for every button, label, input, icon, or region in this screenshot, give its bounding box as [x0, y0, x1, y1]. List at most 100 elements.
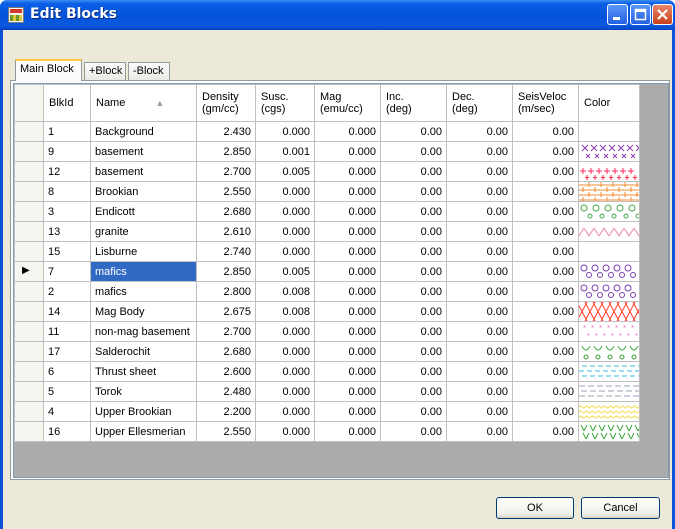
column-header-susc[interactable]: Susc. (cgs): [255, 84, 315, 122]
table-row[interactable]: ▶ 7 mafics 2.850 0.005 0.000 0.00 0.00 0.00: [14, 261, 640, 282]
seisveloc-cell[interactable]: 0.00: [512, 301, 579, 322]
dec-cell[interactable]: 0.00: [446, 381, 513, 402]
tab-add-block[interactable]: +Block: [84, 62, 126, 80]
row-header[interactable]: [14, 381, 44, 402]
seisveloc-cell[interactable]: 0.00: [512, 421, 579, 442]
mag-cell[interactable]: 0.000: [314, 261, 381, 282]
color-swatch-cell[interactable]: [578, 141, 640, 162]
ok-button[interactable]: OK: [496, 497, 574, 519]
mag-cell[interactable]: 0.000: [314, 201, 381, 222]
row-header[interactable]: [14, 321, 44, 342]
susc-cell[interactable]: 0.000: [255, 241, 315, 262]
color-swatch-cell[interactable]: [578, 181, 640, 202]
inc-cell[interactable]: 0.00: [380, 121, 447, 142]
name-cell[interactable]: basement: [90, 161, 197, 182]
table-row[interactable]: 17 Salderochit 2.680 0.000 0.000 0.00 0.00 0.00: [14, 341, 640, 362]
color-swatch-cell[interactable]: [578, 161, 640, 182]
dec-cell[interactable]: 0.00: [446, 261, 513, 282]
susc-cell[interactable]: 0.000: [255, 201, 315, 222]
blkid-cell[interactable]: 6: [43, 361, 91, 382]
seisveloc-cell[interactable]: 0.00: [512, 181, 579, 202]
column-header-color[interactable]: Color: [578, 84, 640, 122]
close-button[interactable]: [652, 4, 673, 25]
dec-cell[interactable]: 0.00: [446, 141, 513, 162]
susc-cell[interactable]: 0.000: [255, 121, 315, 142]
table-row[interactable]: 14 Mag Body 2.675 0.008 0.000 0.00 0.00 0.00: [14, 301, 640, 322]
inc-cell[interactable]: 0.00: [380, 161, 447, 182]
dec-cell[interactable]: 0.00: [446, 221, 513, 242]
row-header[interactable]: [14, 161, 44, 182]
blkid-cell[interactable]: 4: [43, 401, 91, 422]
color-swatch-cell[interactable]: [578, 121, 640, 142]
mag-cell[interactable]: 0.000: [314, 221, 381, 242]
name-cell[interactable]: Background: [90, 121, 197, 142]
inc-cell[interactable]: 0.00: [380, 301, 447, 322]
table-row[interactable]: 4 Upper Brookian 2.200 0.000 0.000 0.00 0.00 0.…: [14, 401, 640, 422]
density-cell[interactable]: 2.550: [196, 181, 256, 202]
susc-cell[interactable]: 0.000: [255, 181, 315, 202]
seisveloc-cell[interactable]: 0.00: [512, 201, 579, 222]
name-cell[interactable]: Salderochit: [90, 341, 197, 362]
seisveloc-cell[interactable]: 0.00: [512, 241, 579, 262]
inc-cell[interactable]: 0.00: [380, 281, 447, 302]
dec-cell[interactable]: 0.00: [446, 421, 513, 442]
seisveloc-cell[interactable]: 0.00: [512, 261, 579, 282]
dec-cell[interactable]: 0.00: [446, 201, 513, 222]
row-header[interactable]: [14, 141, 44, 162]
blkid-cell[interactable]: 17: [43, 341, 91, 362]
color-swatch-cell[interactable]: [578, 201, 640, 222]
name-cell[interactable]: mafics: [90, 261, 197, 282]
name-cell[interactable]: Brookian: [90, 181, 197, 202]
seisveloc-cell[interactable]: 0.00: [512, 221, 579, 242]
dec-cell[interactable]: 0.00: [446, 341, 513, 362]
column-header-mag[interactable]: Mag (emu/cc): [314, 84, 381, 122]
tab-remove-block[interactable]: -Block: [128, 62, 170, 80]
color-swatch-cell[interactable]: [578, 221, 640, 242]
column-header-seisveloc[interactable]: SeisVeloc (m/sec): [512, 84, 579, 122]
mag-cell[interactable]: 0.000: [314, 141, 381, 162]
inc-cell[interactable]: 0.00: [380, 241, 447, 262]
row-header[interactable]: [14, 281, 44, 302]
table-row[interactable]: 11 non-mag basement 2.700 0.000 0.000 0.00 0.0…: [14, 321, 640, 342]
mag-cell[interactable]: 0.000: [314, 381, 381, 402]
mag-cell[interactable]: 0.000: [314, 361, 381, 382]
blkid-cell[interactable]: 13: [43, 221, 91, 242]
dec-cell[interactable]: 0.00: [446, 181, 513, 202]
color-swatch-cell[interactable]: [578, 301, 640, 322]
color-swatch-cell[interactable]: [578, 381, 640, 402]
susc-cell[interactable]: 0.000: [255, 341, 315, 362]
inc-cell[interactable]: 0.00: [380, 221, 447, 242]
table-row[interactable]: 15 Lisburne 2.740 0.000 0.000 0.00 0.00 0.00: [14, 241, 640, 262]
density-cell[interactable]: 2.675: [196, 301, 256, 322]
seisveloc-cell[interactable]: 0.00: [512, 281, 579, 302]
susc-cell[interactable]: 0.000: [255, 401, 315, 422]
table-row[interactable]: 5 Torok 2.480 0.000 0.000 0.00 0.00 0.00: [14, 381, 640, 402]
susc-cell[interactable]: 0.000: [255, 361, 315, 382]
density-cell[interactable]: 2.680: [196, 201, 256, 222]
name-cell[interactable]: Lisburne: [90, 241, 197, 262]
seisveloc-cell[interactable]: 0.00: [512, 381, 579, 402]
density-cell[interactable]: 2.600: [196, 361, 256, 382]
dec-cell[interactable]: 0.00: [446, 281, 513, 302]
density-cell[interactable]: 2.430: [196, 121, 256, 142]
name-cell[interactable]: mafics: [90, 281, 197, 302]
inc-cell[interactable]: 0.00: [380, 261, 447, 282]
column-header-blkid[interactable]: BlkId: [43, 84, 91, 122]
blkid-cell[interactable]: 5: [43, 381, 91, 402]
blkid-cell[interactable]: 15: [43, 241, 91, 262]
table-row[interactable]: 16 Upper Ellesmerian 2.550 0.000 0.000 0.00 0.…: [14, 421, 640, 442]
blkid-cell[interactable]: 9: [43, 141, 91, 162]
mag-cell[interactable]: 0.000: [314, 121, 381, 142]
density-cell[interactable]: 2.550: [196, 421, 256, 442]
susc-cell[interactable]: 0.000: [255, 421, 315, 442]
inc-cell[interactable]: 0.00: [380, 381, 447, 402]
color-swatch-cell[interactable]: [578, 261, 640, 282]
blkid-cell[interactable]: 2: [43, 281, 91, 302]
density-cell[interactable]: 2.700: [196, 321, 256, 342]
inc-cell[interactable]: 0.00: [380, 361, 447, 382]
susc-cell[interactable]: 0.000: [255, 221, 315, 242]
mag-cell[interactable]: 0.000: [314, 421, 381, 442]
mag-cell[interactable]: 0.000: [314, 181, 381, 202]
name-cell[interactable]: Thrust sheet: [90, 361, 197, 382]
mag-cell[interactable]: 0.000: [314, 241, 381, 262]
